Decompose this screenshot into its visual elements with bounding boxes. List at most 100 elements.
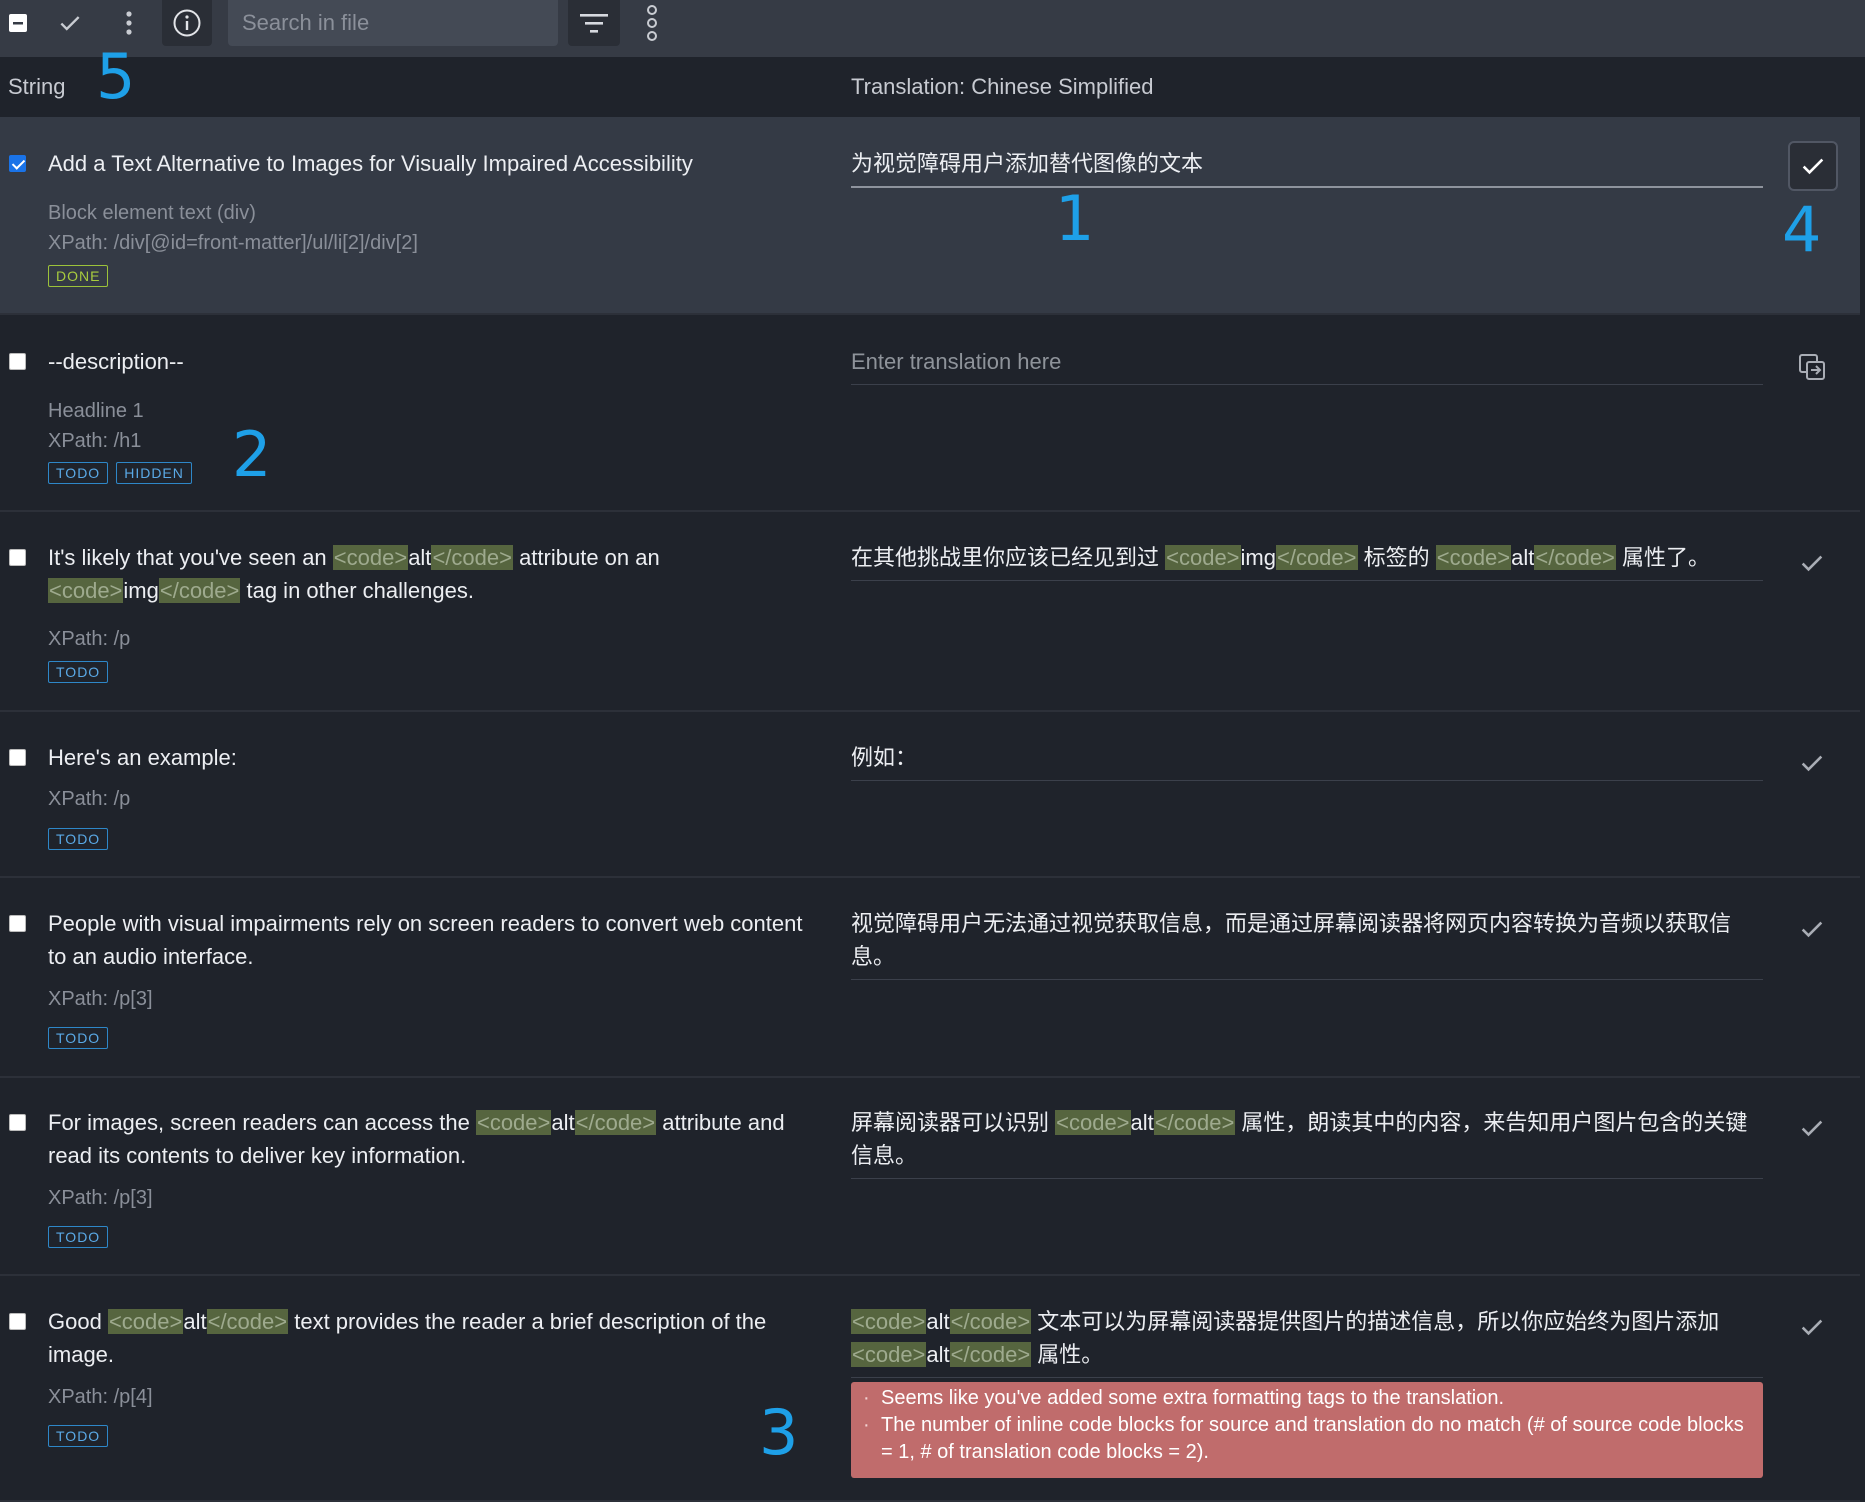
- status-badge: TODO: [48, 1027, 109, 1049]
- confirm-translation-icon[interactable]: [1790, 1305, 1834, 1349]
- code-tag-close: </code>: [574, 1110, 657, 1135]
- status-badges: TODO HIDDEN: [48, 462, 192, 484]
- xpath-label: XPath: /p[3]: [48, 1187, 153, 1209]
- status-badge: TODO: [48, 828, 109, 850]
- code-tag-open: <code>: [851, 1342, 927, 1367]
- source-text: Add a Text Alternative to Images for Vis…: [48, 151, 693, 176]
- text-segment: alt: [551, 1110, 575, 1135]
- column-header: String Translation: Chinese Simplified: [0, 57, 1865, 117]
- text-segment: 在其他挑战里你应该已经见到过: [851, 545, 1166, 570]
- filter-button[interactable]: [568, 0, 620, 46]
- search-input[interactable]: [240, 9, 558, 37]
- translation-input[interactable]: 屏幕阅读器可以识别 <code>alt</code> 属性，朗读其中的内容，来告…: [851, 1106, 1763, 1179]
- row-checkbox[interactable]: [9, 1313, 26, 1330]
- row-checkbox[interactable]: [9, 749, 26, 766]
- code-tag-close: </code>: [1153, 1110, 1236, 1135]
- annotation-5: 5: [96, 40, 136, 113]
- row-checkbox[interactable]: [9, 155, 26, 172]
- status-badges: TODO: [48, 1226, 109, 1248]
- code-tag-close: </code>: [206, 1309, 289, 1334]
- annotation-4: 4: [1782, 193, 1822, 266]
- info-icon: [173, 9, 201, 37]
- code-tag-close: </code>: [949, 1309, 1032, 1334]
- code-tag-open: <code>: [1435, 545, 1512, 570]
- confirm-translation-icon[interactable]: [1790, 741, 1834, 785]
- code-tag-open: <code>: [332, 545, 409, 570]
- text-segment: alt: [926, 1309, 950, 1334]
- info-button[interactable]: [162, 0, 212, 46]
- text-segment: 标签的: [1357, 545, 1436, 570]
- confirm-translation-icon[interactable]: [1790, 907, 1834, 951]
- status-badges: TODO: [48, 828, 109, 850]
- status-badge: TODO: [48, 1226, 109, 1248]
- source-text: It's likely that you've seen an <code>al…: [48, 541, 808, 607]
- xpath-label: XPath: /div[@id=front-matter]/ul/li[2]/d…: [48, 232, 418, 254]
- string-row[interactable]: For images, screen readers can access th…: [0, 1078, 1860, 1276]
- text-segment: 属性了。: [1615, 545, 1711, 570]
- code-tag-open: <code>: [475, 1110, 552, 1135]
- string-row[interactable]: --description-- Headline 1 XPath: /h1 TODO H…: [0, 315, 1860, 512]
- code-tag-close: </code>: [949, 1342, 1032, 1367]
- code-tag-open: <code>: [48, 578, 124, 603]
- translation-input[interactable]: Enter translation here: [851, 345, 1763, 385]
- code-tag-close: </code>: [431, 545, 513, 570]
- status-badge: TODO: [48, 462, 109, 484]
- string-row[interactable]: Good <code>alt</code> text provides the …: [0, 1276, 1860, 1502]
- text-segment: tag in other challenges.: [240, 578, 474, 603]
- more-options-icon[interactable]: [636, 0, 668, 46]
- confirm-translation-icon[interactable]: [1790, 1106, 1834, 1150]
- translation-input[interactable]: 视觉障碍用户无法通过视觉获取信息，而是通过屏幕阅读器将网页内容转换为音频以获取信…: [851, 907, 1763, 980]
- text-segment: 屏幕阅读器可以识别: [851, 1110, 1056, 1135]
- translation-input[interactable]: 在其他挑战里你应该已经见到过 <code>img</code> 标签的 <cod…: [851, 541, 1763, 581]
- text-segment: alt: [926, 1342, 950, 1367]
- row-checkbox[interactable]: [9, 549, 26, 566]
- error-message: The number of inline code blocks for sou…: [863, 1412, 1753, 1466]
- string-row[interactable]: It's likely that you've seen an <code>al…: [0, 512, 1860, 712]
- xpath-label: XPath: /h1: [48, 430, 142, 452]
- element-type: Headline 1: [48, 400, 144, 422]
- text-segment: It's likely that you've seen an: [48, 545, 333, 570]
- code-tag-open: <code>: [851, 1309, 927, 1334]
- error-message: Seems like you've added some extra forma…: [863, 1385, 1753, 1412]
- row-checkbox[interactable]: [9, 1114, 26, 1131]
- source-text: Good <code>alt</code> text provides the …: [48, 1305, 808, 1371]
- source-text: People with visual impairments rely on s…: [48, 911, 803, 969]
- minus-checkbox-icon[interactable]: [0, 0, 36, 46]
- annotation-1: 1: [1055, 182, 1095, 255]
- check-icon[interactable]: [50, 0, 90, 46]
- string-row[interactable]: People with visual impairments rely on s…: [0, 878, 1860, 1078]
- element-type: Block element text (div): [48, 202, 256, 224]
- xpath-label: XPath: /p: [48, 788, 131, 810]
- text-segment: 文本可以为屏幕阅读器提供图片的描述信息，所以你应始终为图片添加: [1031, 1309, 1720, 1334]
- string-row[interactable]: Here's an example: XPath: /p TODO 例如：: [0, 712, 1860, 878]
- source-column-title: String: [8, 74, 66, 99]
- text-segment: attribute on an: [512, 545, 660, 570]
- search-field[interactable]: [228, 0, 558, 46]
- text-segment: alt: [1130, 1110, 1154, 1135]
- translation-input[interactable]: <code>alt</code> 文本可以为屏幕阅读器提供图片的描述信息，所以你…: [851, 1305, 1763, 1378]
- status-badges: DONE: [48, 265, 109, 287]
- text-segment: alt: [183, 1309, 207, 1334]
- row-checkbox[interactable]: [9, 353, 26, 370]
- translation-column-title: Translation: Chinese Simplified: [851, 74, 1154, 99]
- source-text: Here's an example:: [48, 745, 237, 770]
- source-text: For images, screen readers can access th…: [48, 1106, 808, 1172]
- text-segment: For images, screen readers can access th…: [48, 1110, 476, 1135]
- code-tag-open: <code>: [107, 1309, 184, 1334]
- confirm-translation-icon[interactable]: [1790, 541, 1834, 585]
- validation-error-box: Seems like you've added some extra forma…: [851, 1382, 1763, 1478]
- confirm-translation-icon[interactable]: [1788, 141, 1838, 191]
- text-segment: img: [123, 578, 159, 603]
- status-badge: TODO: [48, 1425, 109, 1447]
- row-checkbox[interactable]: [9, 915, 26, 932]
- code-tag-close: </code>: [1275, 545, 1358, 570]
- status-badges: TODO: [48, 661, 109, 683]
- status-badge: TODO: [48, 661, 109, 683]
- copy-source-icon[interactable]: [1790, 345, 1834, 389]
- annotation-2: 2: [232, 418, 272, 491]
- translation-input[interactable]: 为视觉障碍用户添加替代图像的文本: [851, 147, 1763, 188]
- string-row[interactable]: Add a Text Alternative to Images for Vis…: [0, 117, 1860, 315]
- status-badges: TODO: [48, 1027, 109, 1049]
- code-tag-close: </code>: [158, 578, 241, 603]
- translation-input[interactable]: 例如：: [851, 741, 1763, 781]
